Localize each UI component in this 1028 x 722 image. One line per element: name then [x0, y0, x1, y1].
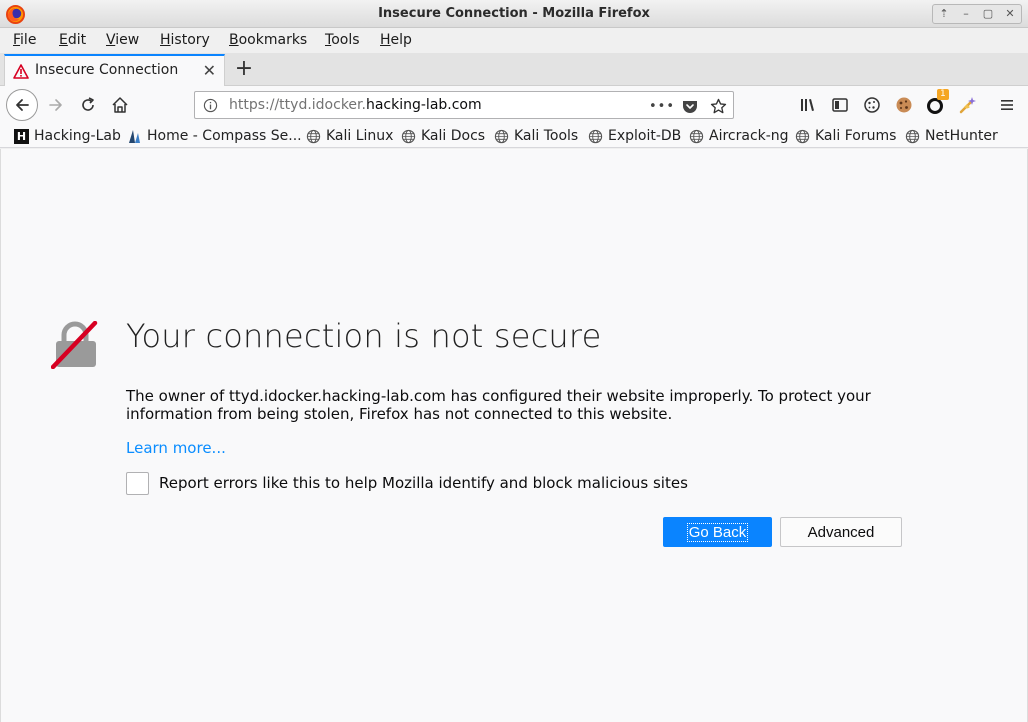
window-title: Insecure Connection - Mozilla Firefox — [378, 6, 650, 21]
bookmark-label: Home - Compass Se... — [147, 128, 302, 144]
report-errors-label: Report errors like this to help Mozilla … — [159, 474, 688, 492]
hackinglab-icon: H — [14, 128, 29, 144]
bookmark-aircrack-ng[interactable]: Aircrack-ng — [689, 127, 789, 145]
menu-bar: File Edit View History Bookmarks Tools H… — [0, 28, 1028, 53]
tab-close-icon[interactable]: ✕ — [203, 61, 216, 80]
pocket-button[interactable] — [681, 97, 699, 115]
globe-icon — [689, 129, 704, 143]
star-icon — [710, 98, 726, 113]
bookmark-nethunter[interactable]: NetHunter — [905, 127, 998, 145]
extension-badge-button[interactable]: 1 — [926, 89, 949, 115]
home-button[interactable] — [109, 94, 131, 116]
globe-icon — [306, 129, 321, 143]
report-errors-checkbox[interactable] — [126, 472, 149, 495]
notification-badge: 1 — [937, 89, 949, 100]
page-actions-button[interactable]: ••• — [649, 97, 674, 115]
bookmark-label: Kali Forums — [815, 128, 897, 144]
window-shade-button[interactable]: ⇡ — [933, 5, 955, 23]
wand-icon — [959, 97, 976, 114]
window-controls: ⇡ – ▢ ✕ — [932, 4, 1022, 24]
reload-button[interactable] — [77, 94, 99, 116]
app-menu-button[interactable] — [997, 95, 1017, 115]
cookie-extension-button[interactable] — [862, 95, 882, 115]
menu-view[interactable]: View — [106, 32, 139, 48]
bookmark-hacking-lab[interactable]: H Hacking-Lab — [14, 127, 121, 145]
bookmark-kali-docs[interactable]: Kali Docs — [401, 127, 485, 145]
tab-label: Insecure Connection — [35, 62, 179, 78]
bookmarks-toolbar: H Hacking-Lab Home - Compass Se... Kali … — [0, 124, 1028, 148]
menu-file[interactable]: File — [13, 32, 36, 48]
sidebar-icon — [832, 98, 848, 112]
bookmark-kali-linux[interactable]: Kali Linux — [306, 127, 393, 145]
bookmark-label: Exploit-DB — [608, 128, 682, 144]
learn-more-link[interactable]: Learn more... — [126, 439, 226, 457]
bookmark-kali-forums[interactable]: Kali Forums — [795, 127, 896, 145]
bookmark-label: Aircrack-ng — [709, 128, 789, 144]
compass-icon — [129, 129, 140, 143]
advanced-button[interactable]: Advanced — [780, 517, 902, 547]
bookmark-kali-tools[interactable]: Kali Tools — [494, 127, 578, 145]
url-host: hacking-lab.com — [365, 97, 482, 113]
go-back-button[interactable]: Go Back — [663, 517, 772, 547]
library-icon — [801, 99, 814, 111]
hamburger-menu-icon — [1001, 100, 1013, 110]
cookie-color-icon — [896, 97, 912, 113]
error-description: The owner of ttyd.idocker.hacking-lab.co… — [126, 387, 871, 423]
globe-icon — [795, 129, 810, 143]
reload-icon — [82, 97, 94, 111]
menu-history[interactable]: History — [160, 32, 210, 48]
window-maximize-button[interactable]: ▢ — [977, 5, 999, 23]
url-prefix: https://ttyd.idocker. — [229, 97, 366, 113]
arrow-left-icon — [16, 99, 29, 111]
window-minimize-button[interactable]: – — [955, 5, 977, 23]
url-bar[interactable]: https://ttyd.idocker.hacking-lab.com ••• — [194, 91, 734, 119]
globe-icon — [494, 129, 509, 143]
forward-button[interactable] — [45, 94, 67, 116]
sidebar-button[interactable] — [830, 95, 850, 115]
go-back-label: Go Back — [686, 522, 749, 542]
new-tab-button[interactable]: + — [233, 56, 255, 81]
bookmark-star-button[interactable] — [709, 97, 727, 115]
broken-lock-icon — [51, 321, 98, 369]
arrow-right-icon — [49, 99, 62, 111]
window-titlebar: Insecure Connection - Mozilla Firefox ⇡ … — [0, 0, 1028, 28]
tab-insecure-connection[interactable]: Insecure Connection ✕ — [4, 54, 225, 86]
menu-tools[interactable]: Tools — [325, 32, 360, 48]
back-button[interactable] — [6, 89, 38, 121]
bookmark-label: Kali Docs — [421, 128, 486, 144]
wappalyzer-button[interactable] — [958, 95, 978, 115]
window-close-button[interactable]: ✕ — [999, 5, 1021, 23]
info-icon[interactable] — [203, 98, 218, 113]
bookmark-label: NetHunter — [925, 128, 998, 144]
cookie-icon — [864, 97, 880, 113]
url-text[interactable]: https://ttyd.idocker.hacking-lab.com — [229, 97, 482, 113]
error-page: Your connection is not secure The owner … — [0, 149, 1028, 722]
bookmark-home-compass[interactable]: Home - Compass Se... — [127, 127, 302, 145]
globe-icon — [905, 129, 920, 143]
home-icon — [112, 97, 128, 113]
menu-help[interactable]: Help — [380, 32, 412, 48]
menu-bookmarks[interactable]: Bookmarks — [229, 32, 307, 48]
pocket-icon — [683, 101, 697, 113]
library-button[interactable] — [798, 95, 818, 115]
globe-icon — [588, 129, 603, 143]
error-title: Your connection is not secure — [126, 317, 602, 355]
menu-edit[interactable]: Edit — [59, 32, 86, 48]
nav-toolbar: https://ttyd.idocker.hacking-lab.com ••• — [0, 86, 1028, 124]
warning-icon — [13, 64, 29, 79]
bookmark-label: Kali Linux — [326, 128, 394, 144]
bookmark-label: Kali Tools — [514, 128, 579, 144]
cookie-editor-button[interactable] — [894, 95, 914, 115]
bookmark-exploit-db[interactable]: Exploit-DB — [588, 127, 681, 145]
tab-strip: Insecure Connection ✕ + — [0, 53, 1028, 86]
globe-icon — [401, 129, 416, 143]
bookmark-label: Hacking-Lab — [34, 128, 121, 144]
